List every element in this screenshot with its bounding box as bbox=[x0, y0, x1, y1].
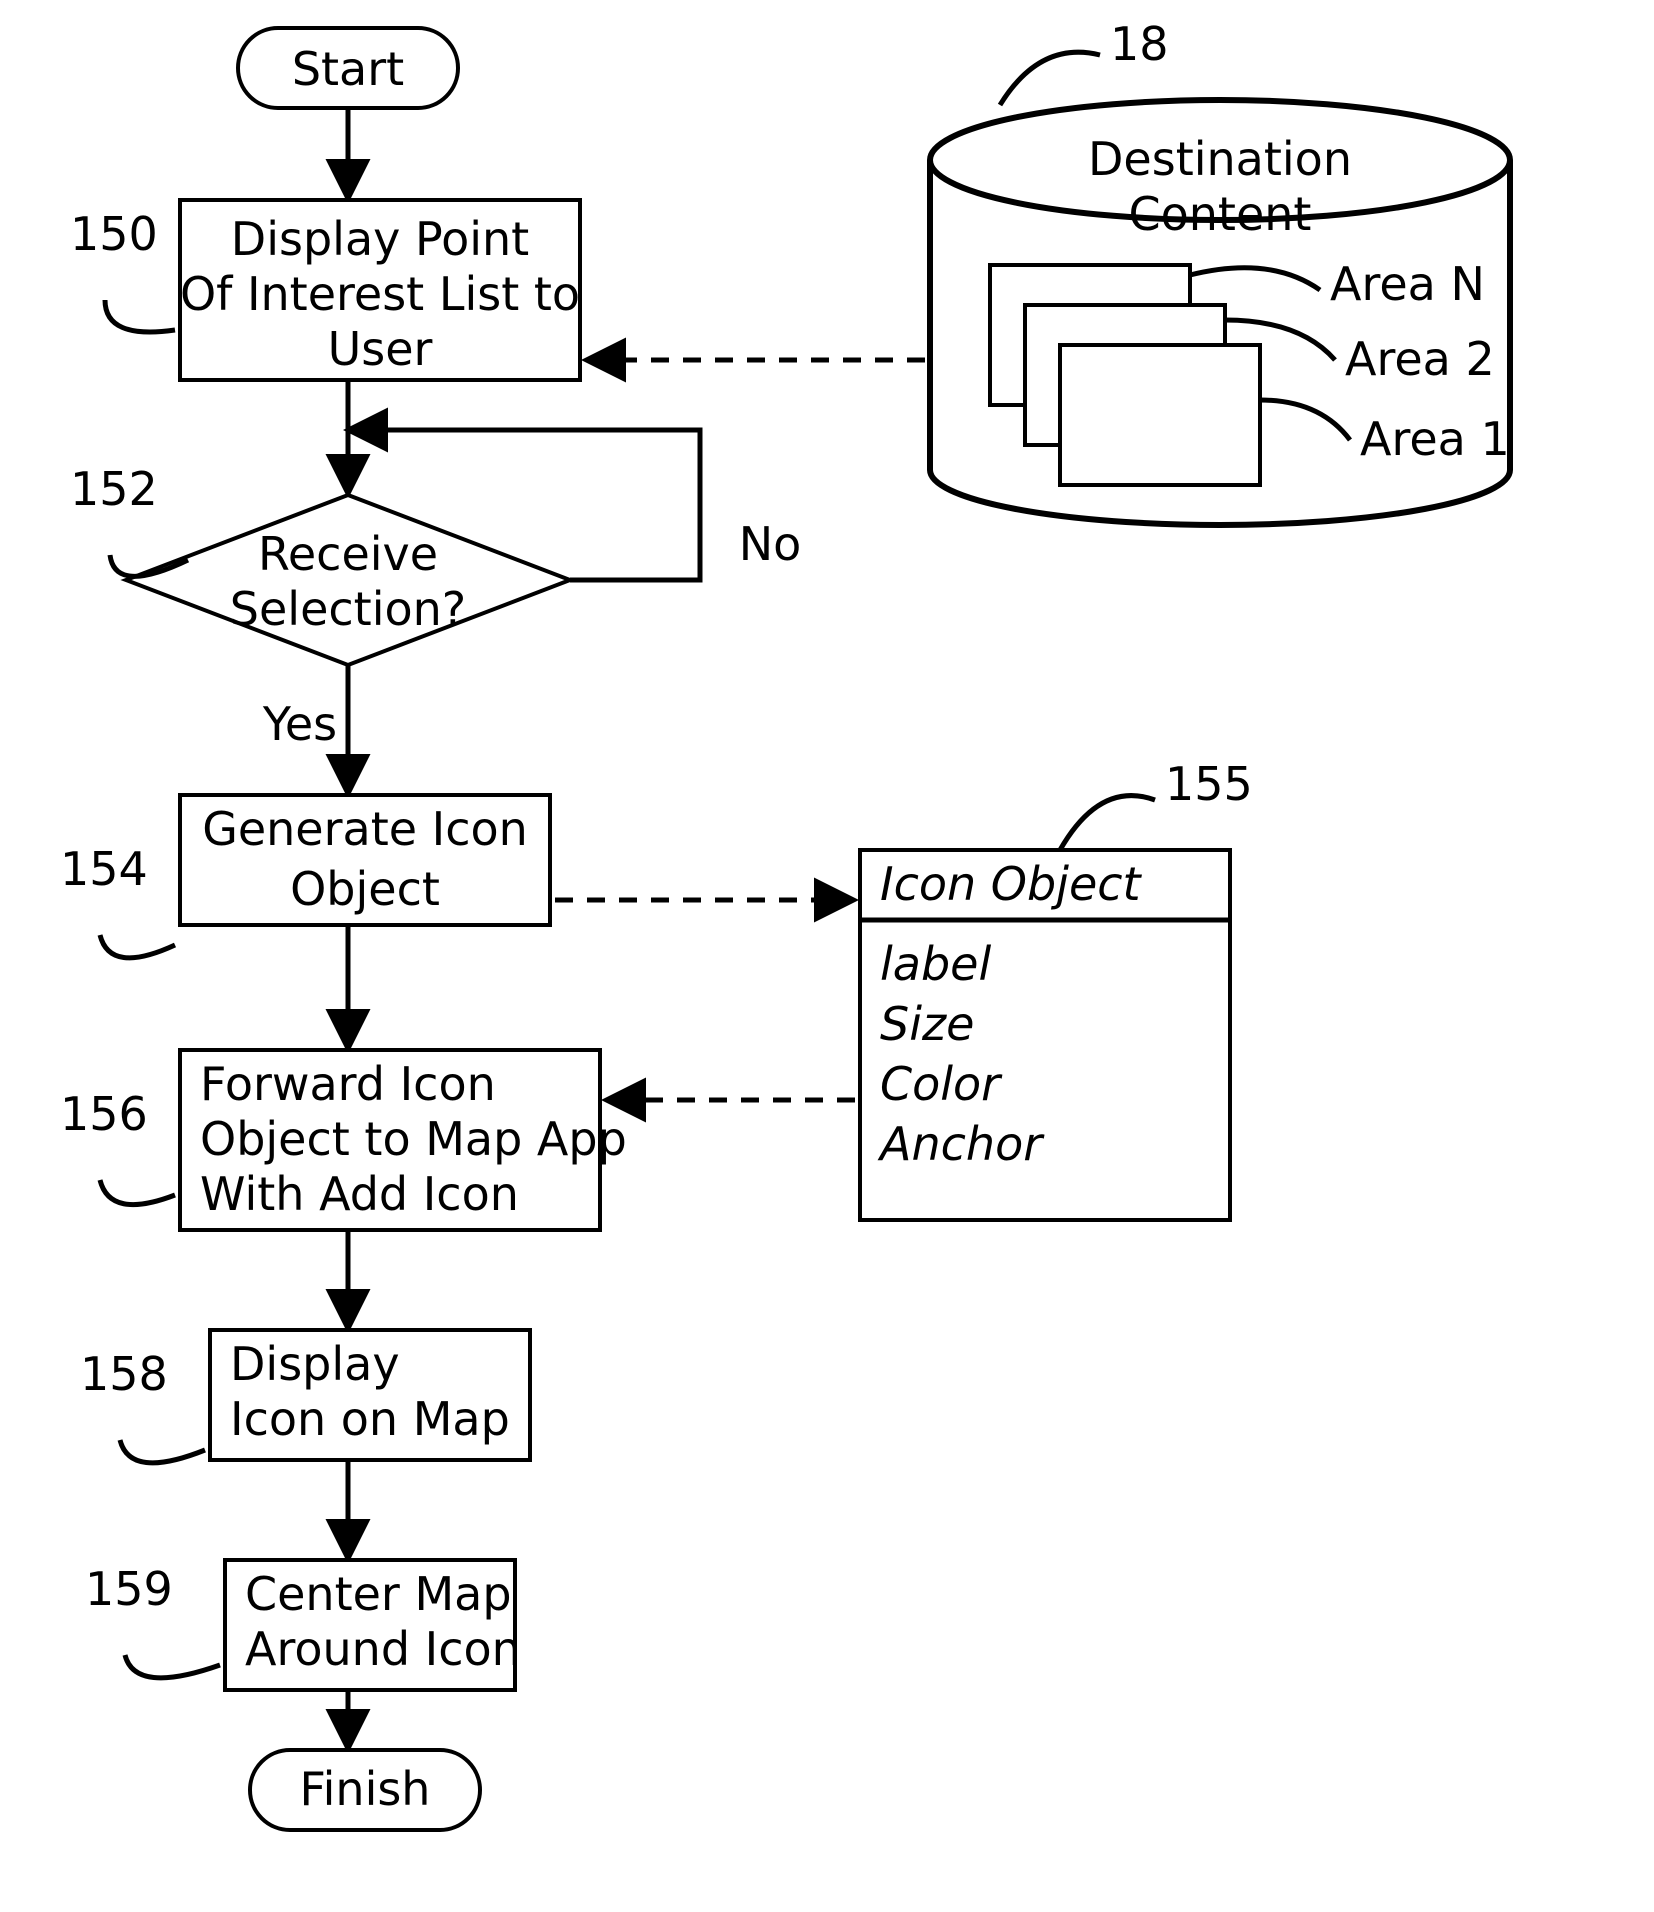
no-label: No bbox=[739, 517, 802, 571]
step-150-line3: User bbox=[328, 322, 433, 376]
ref-18: 18 bbox=[1110, 17, 1169, 71]
step-159-line2: Around Icon bbox=[245, 1622, 521, 1676]
icon-object-f1: label bbox=[880, 937, 991, 991]
database-cylinder: Destination Content Area N Area 2 Area 1 bbox=[930, 100, 1510, 525]
ref-152: 152 bbox=[70, 462, 158, 516]
db-title-1: Destination bbox=[1088, 132, 1352, 186]
icon-object-f2: Size bbox=[880, 997, 974, 1051]
step-154-line2: Object bbox=[290, 862, 440, 916]
step-158-line1: Display bbox=[230, 1337, 400, 1391]
decision-152-line2: Selection? bbox=[230, 582, 466, 636]
step-159-line1: Center Map bbox=[245, 1567, 512, 1621]
ref-159: 159 bbox=[85, 1562, 173, 1616]
ref-155: 155 bbox=[1165, 757, 1253, 811]
icon-object-f3: Color bbox=[880, 1057, 1003, 1111]
db-area-2: Area 2 bbox=[1345, 332, 1495, 386]
step-154-line1: Generate Icon bbox=[202, 802, 528, 856]
icon-object-f4: Anchor bbox=[877, 1117, 1045, 1171]
step-158-line2: Icon on Map bbox=[230, 1392, 510, 1446]
step-150-line1: Display Point bbox=[231, 212, 529, 266]
step-150-line2: Of Interest List to bbox=[180, 267, 580, 321]
ref-154: 154 bbox=[60, 842, 148, 896]
step-156-line2: Object to Map App bbox=[200, 1112, 627, 1166]
db-title-2: Content bbox=[1129, 187, 1312, 241]
decision-152-line1: Receive bbox=[258, 527, 438, 581]
yes-label: Yes bbox=[262, 697, 337, 751]
ref-150: 150 bbox=[70, 207, 158, 261]
step-156-line1: Forward Icon bbox=[200, 1057, 496, 1111]
start-label: Start bbox=[292, 42, 404, 96]
icon-object-box: Icon Object label Size Color Anchor bbox=[860, 850, 1230, 1220]
ref-158: 158 bbox=[80, 1347, 168, 1401]
flowchart-diagram: Start Display Point Of Interest List to … bbox=[0, 0, 1654, 1912]
ref-156: 156 bbox=[60, 1087, 148, 1141]
db-area-1: Area 1 bbox=[1360, 412, 1510, 466]
icon-object-title: Icon Object bbox=[880, 857, 1143, 911]
step-156-line3: With Add Icon bbox=[200, 1167, 519, 1221]
db-area-n: Area N bbox=[1330, 257, 1485, 311]
finish-label: Finish bbox=[300, 1762, 431, 1816]
